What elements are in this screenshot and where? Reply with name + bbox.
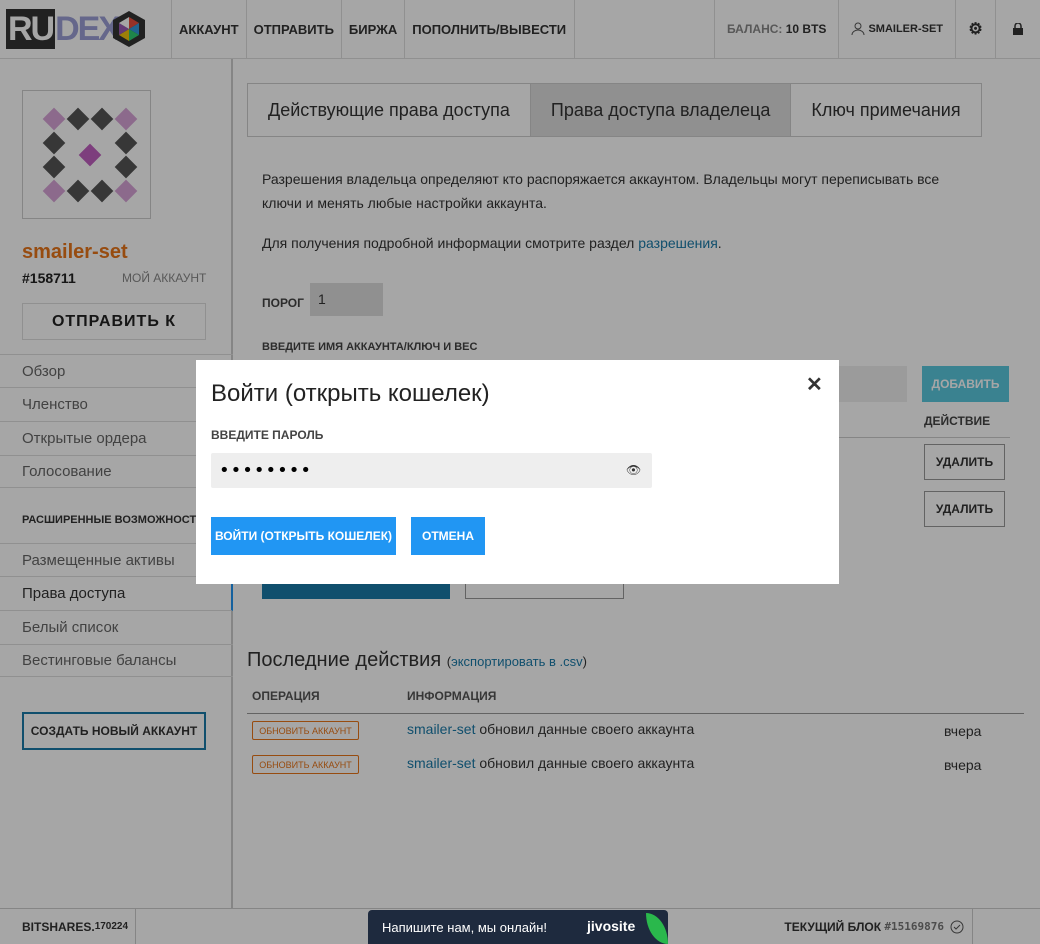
password-input[interactable] <box>211 453 652 488</box>
leaf-icon <box>646 913 668 944</box>
chat-brand: jivosite <box>587 918 636 934</box>
chat-text: Напишите нам, мы онлайн! <box>382 919 548 935</box>
close-icon[interactable]: ✕ <box>806 372 823 397</box>
password-label: ВВЕДИТЕ ПАРОЛЬ <box>211 428 324 442</box>
eye-icon[interactable]: 👁 <box>626 463 641 477</box>
login-modal: Войти (открыть кошелек) ✕ ВВЕДИТЕ ПАРОЛЬ… <box>196 360 839 584</box>
modal-title: Войти (открыть кошелек) <box>211 380 490 407</box>
login-button[interactable]: ВОЙТИ (ОТКРЫТЬ КОШЕЛЕК) <box>211 517 396 555</box>
cancel-button[interactable]: ОТМЕНА <box>411 517 485 555</box>
chat-widget[interactable]: Напишите нам, мы онлайн! jivosite <box>368 910 668 944</box>
